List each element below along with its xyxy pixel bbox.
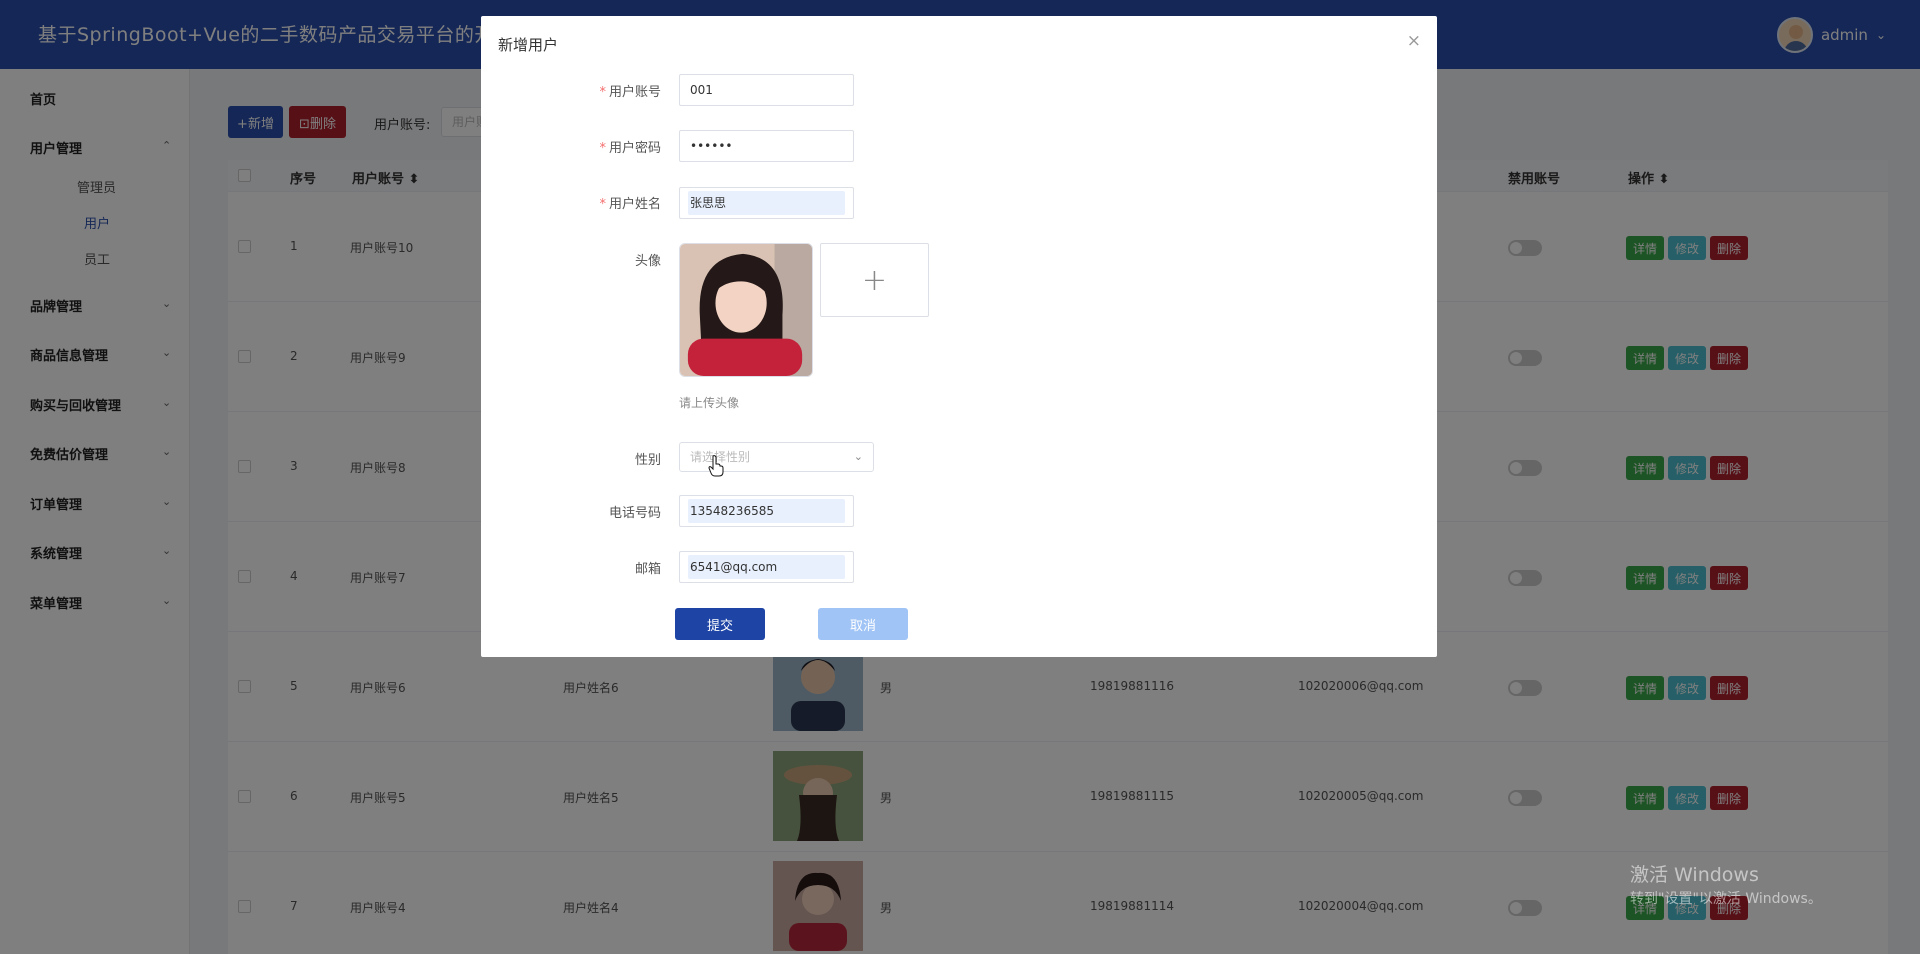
- add-user-dialog: 新增用户 × * 用户账号 001 * 用户密码 •••••• * 用户姓名 张思思 …: [481, 16, 1437, 657]
- gender-label: 性别: [634, 453, 661, 468]
- upload-tip: 请上传头像: [679, 396, 740, 410]
- email-field[interactable]: 6541@qq.com: [679, 551, 854, 583]
- avatar-preview[interactable]: [679, 243, 813, 377]
- dialog-title: 新增用户: [498, 36, 559, 54]
- name-field[interactable]: 张思思: [679, 187, 854, 219]
- email-label: 邮箱: [634, 562, 661, 577]
- account-field[interactable]: 001: [679, 74, 854, 106]
- close-icon[interactable]: ×: [1407, 31, 1421, 51]
- submit-button[interactable]: 提交: [675, 608, 765, 640]
- password-label: * 用户密码: [599, 141, 661, 156]
- avatar-label: 头像: [634, 254, 661, 269]
- account-label: * 用户账号: [599, 85, 661, 100]
- phone-field[interactable]: 13548236585: [679, 495, 854, 527]
- upload-add-button[interactable]: +: [820, 243, 929, 317]
- name-label: * 用户姓名: [599, 197, 661, 212]
- password-field[interactable]: ••••••: [679, 130, 854, 162]
- chevron-down-icon[interactable]: ⌄: [854, 443, 863, 471]
- hand-cursor-icon: [708, 455, 724, 477]
- app-root: 基于SpringBoot+Vue的二手数码产品交易平台的开发 admin ⌄ 首…: [0, 0, 1920, 954]
- cancel-button[interactable]: 取消: [818, 608, 908, 640]
- watermark-title: 激活 Windows: [1630, 864, 1759, 886]
- watermark-subtitle: 转到"设置"以激活 Windows。: [1630, 891, 1822, 907]
- phone-label: 电话号码: [608, 506, 661, 521]
